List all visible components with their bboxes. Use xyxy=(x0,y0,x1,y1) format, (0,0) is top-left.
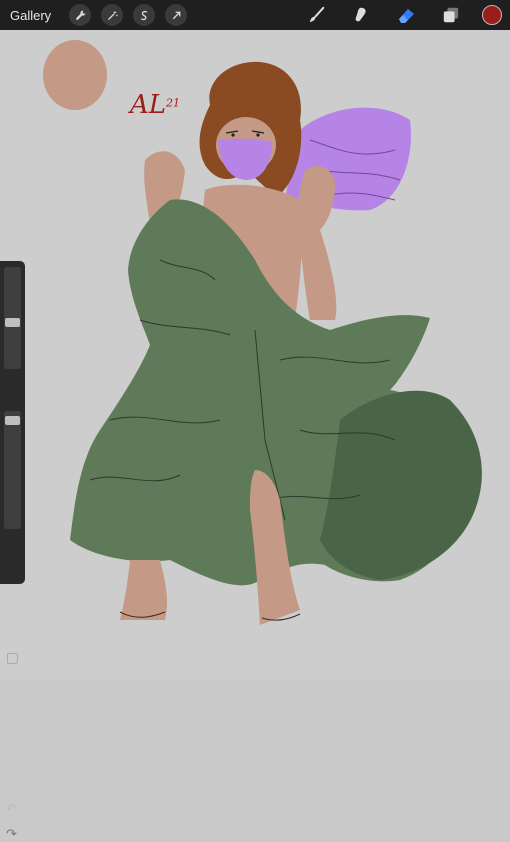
wrench-icon xyxy=(75,10,86,20)
opacity-slider[interactable] xyxy=(4,411,21,529)
drawing-canvas[interactable]: AL21 xyxy=(0,30,510,680)
actions-button[interactable] xyxy=(69,4,92,26)
undo-icon[interactable]: ↶ xyxy=(6,801,17,817)
eraser-tool-button[interactable] xyxy=(395,4,417,26)
eraser-icon xyxy=(399,9,414,23)
layers-button[interactable] xyxy=(440,4,462,26)
selection-button[interactable] xyxy=(133,4,156,26)
arrow-cursor-icon xyxy=(172,11,181,19)
dark-dress-train xyxy=(320,390,482,580)
gallery-button[interactable]: Gallery xyxy=(10,8,51,23)
brush-tool-button[interactable] xyxy=(306,4,328,26)
skin-color-swatch xyxy=(43,40,107,110)
layers-icon xyxy=(443,7,459,23)
color-picker-button[interactable] xyxy=(482,5,502,25)
right-arm xyxy=(298,165,337,320)
smudge-tool-button[interactable] xyxy=(350,4,372,26)
left-sidebar: ↶ ↷ xyxy=(0,261,25,841)
opacity-thumb[interactable] xyxy=(5,416,20,425)
modify-button[interactable] xyxy=(7,653,18,664)
selection-s-icon xyxy=(140,10,147,20)
brush-size-thumb[interactable] xyxy=(5,318,20,327)
signature: AL21 xyxy=(130,90,180,120)
left-leg xyxy=(120,560,168,620)
signature-initials: AL xyxy=(130,90,167,120)
redo-icon[interactable]: ↷ xyxy=(6,826,17,842)
transform-button[interactable] xyxy=(165,4,188,26)
brush-size-slider[interactable] xyxy=(4,267,21,369)
signature-year: 21 xyxy=(166,96,181,110)
adjustments-button[interactable] xyxy=(101,4,124,26)
artwork xyxy=(43,40,482,625)
magic-wand-icon xyxy=(107,10,118,20)
brush-icon xyxy=(309,6,325,23)
smudge-icon xyxy=(355,7,366,22)
top-toolbar: Gallery xyxy=(0,0,510,30)
